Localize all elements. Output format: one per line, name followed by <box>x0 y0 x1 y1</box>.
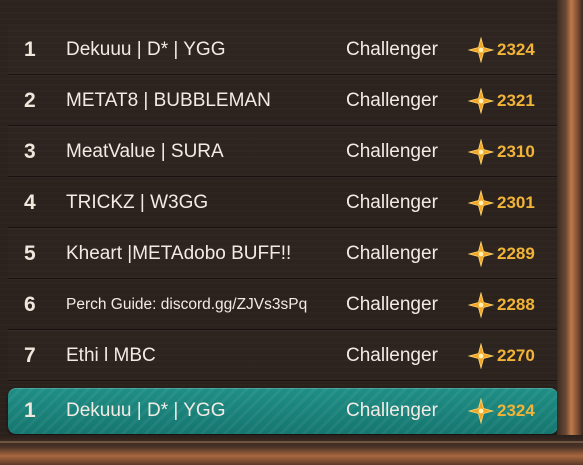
self-lp-value: 2324 <box>497 401 535 420</box>
rank-number: 4 <box>24 190 36 214</box>
rank-number: 7 <box>24 343 36 367</box>
lp-score: 2289 <box>468 240 535 267</box>
tier-label: Challenger <box>346 89 438 111</box>
challenger-star-icon <box>468 189 494 216</box>
self-lp: 2324 <box>468 398 535 424</box>
leaderboard-row[interactable]: 1 Dekuuu | D* | YGG Challenger 2324 <box>8 25 558 75</box>
decorative-frame-bottom <box>0 435 583 465</box>
rank-number: 2 <box>24 88 36 112</box>
leaderboard-row[interactable]: 6 Perch Guide: discord.gg/ZJVs3sPq Challen… <box>8 280 558 330</box>
leaderboard-row[interactable]: 7 Ethi l MBC Challenger 2270 <box>8 331 558 381</box>
challenger-star-icon <box>468 342 494 369</box>
self-player-name: Dekuuu | D* | YGG <box>66 400 226 421</box>
player-name: METAT8 | BUBBLEMAN <box>66 89 271 111</box>
leaderboard-panel: 1 Dekuuu | D* | YGG Challenger 2324 2 METAT8 … <box>0 0 560 440</box>
lp-value: 2310 <box>497 141 535 161</box>
lp-value: 2289 <box>497 243 535 263</box>
self-tier: Challenger <box>346 400 438 421</box>
leaderboard-row[interactable]: 3 MeatValue | SURA Challenger 2310 <box>8 127 558 177</box>
decorative-frame-right <box>557 0 583 465</box>
challenger-star-icon <box>468 291 494 318</box>
rank-number: 3 <box>24 139 36 163</box>
player-name: Perch Guide: discord.gg/ZJVs3sPq <box>66 295 308 313</box>
rank-number: 1 <box>24 37 36 61</box>
tier-label: Challenger <box>346 344 438 366</box>
lp-score: 2270 <box>468 342 535 369</box>
challenger-star-icon <box>468 138 494 165</box>
challenger-star-icon <box>468 398 494 424</box>
rank-number: 5 <box>24 241 36 265</box>
lp-value: 2324 <box>497 39 535 59</box>
lp-value: 2301 <box>497 192 535 212</box>
self-rank: 1 <box>24 399 36 422</box>
leaderboard-row[interactable]: 5 Kheart |METAdobo BUFF!! Challenger 2289 <box>8 229 558 279</box>
tier-label: Challenger <box>346 191 438 213</box>
player-name: TRICKZ | W3GG <box>66 191 209 213</box>
lp-value: 2321 <box>497 90 535 110</box>
lp-value: 2288 <box>497 294 535 314</box>
lp-score: 2310 <box>468 138 535 165</box>
lp-value: 2270 <box>497 345 535 365</box>
lp-score: 2288 <box>468 291 535 318</box>
rank-number: 6 <box>24 292 36 316</box>
tier-label: Challenger <box>346 140 438 162</box>
tier-label: Challenger <box>346 293 438 315</box>
leaderboard-row[interactable]: 2 METAT8 | BUBBLEMAN Challenger 2321 <box>8 76 558 126</box>
tier-label: Challenger <box>346 242 438 264</box>
player-name: Kheart |METAdobo BUFF!! <box>66 242 292 264</box>
challenger-star-icon <box>468 240 494 267</box>
lp-score: 2301 <box>468 189 535 216</box>
lp-score: 2324 <box>468 36 535 63</box>
player-name: Ethi l MBC <box>66 344 156 366</box>
leaderboard-row[interactable]: 4 TRICKZ | W3GG Challenger 2301 <box>8 178 558 228</box>
player-name: MeatValue | SURA <box>66 140 224 162</box>
challenger-star-icon <box>468 36 494 63</box>
challenger-star-icon <box>468 87 494 114</box>
tier-label: Challenger <box>346 38 438 60</box>
lp-score: 2321 <box>468 87 535 114</box>
player-name: Dekuuu | D* | YGG <box>66 38 226 60</box>
self-rank-row[interactable]: 1 Dekuuu | D* | YGG Challenger 2324 <box>8 388 558 434</box>
